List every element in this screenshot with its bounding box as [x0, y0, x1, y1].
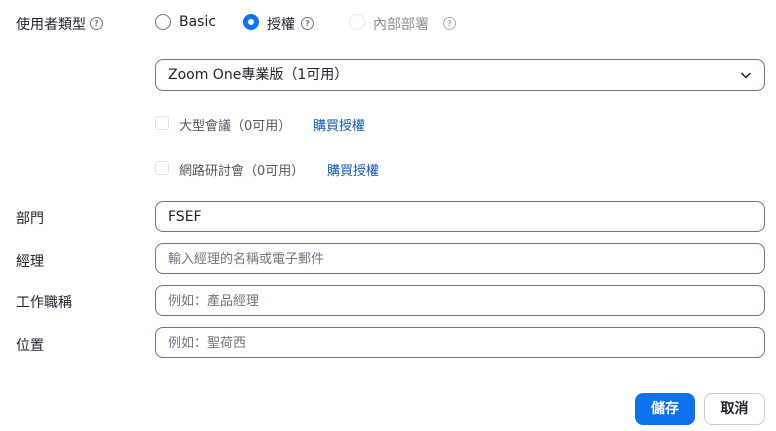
job-title-input[interactable] [155, 285, 765, 316]
cancel-button[interactable]: 取消 [704, 393, 765, 425]
save-button[interactable]: 儲存 [635, 393, 695, 425]
user-type-label: 使用者類型 [16, 17, 86, 33]
buy-license-link-webinar[interactable]: 購買授權 [327, 160, 379, 179]
large-meeting-label: 大型會議（0可用） [179, 119, 292, 134]
radio-basic[interactable] [155, 14, 171, 30]
license-select[interactable]: Zoom One專業版（1可用） [155, 59, 765, 91]
checkbox-webinar[interactable] [155, 161, 169, 175]
manager-label: 經理 [16, 254, 44, 270]
license-select-value: Zoom One專業版（1可用） [168, 67, 349, 83]
checkbox-large-meeting[interactable] [155, 116, 169, 130]
radio-basic-label[interactable]: Basic [179, 14, 216, 30]
job-title-label: 工作職稱 [16, 295, 72, 311]
webinar-label: 網路研討會（0可用） [179, 164, 305, 179]
radio-licensed-label[interactable]: 授權 [267, 14, 295, 34]
location-input[interactable] [155, 327, 765, 358]
department-label: 部門 [16, 211, 44, 227]
radio-on-prem [349, 14, 365, 30]
department-input[interactable] [155, 201, 765, 232]
manager-input[interactable] [155, 243, 765, 274]
help-icon[interactable]: ? [301, 17, 314, 30]
help-icon: ? [443, 17, 456, 30]
location-label: 位置 [16, 338, 44, 354]
radio-on-prem-label: 內部部署 [373, 17, 429, 33]
help-icon[interactable]: ? [90, 17, 103, 30]
buy-license-link-large-meeting[interactable]: 購買授權 [313, 115, 365, 134]
chevron-down-icon [740, 72, 752, 79]
radio-licensed[interactable] [243, 14, 259, 30]
